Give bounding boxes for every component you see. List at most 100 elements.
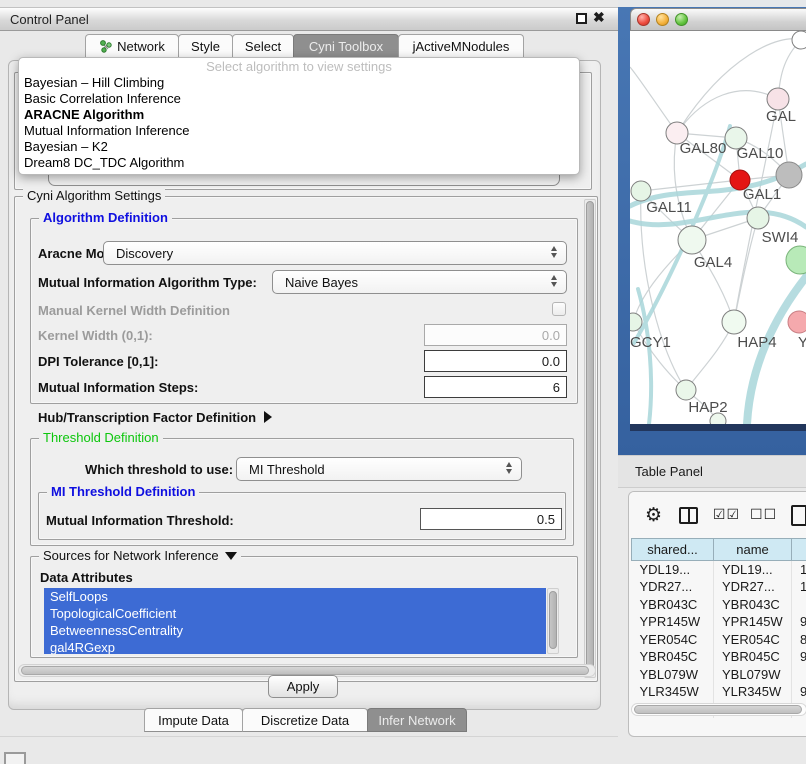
zoom-traffic-icon[interactable] (675, 13, 688, 26)
mi-steps-value: 6 (553, 380, 560, 395)
network-window: GAL GAL80 GAL10 GAL1 GAL11 SWI4 GAL4 GCY… (630, 8, 806, 431)
mi-steps-label: Mutual Information Steps: (38, 380, 198, 395)
document-icon[interactable] (791, 505, 806, 526)
tab-cyni-toolbox[interactable]: Cyni Toolbox (293, 34, 399, 58)
attribute-item-selected[interactable]: TopologicalCoefficient (44, 605, 546, 622)
popup-item-highlighted[interactable]: ARACNE Algorithm (19, 107, 579, 123)
control-panel: Control Panel ✖ Network Style Select Cyn… (0, 0, 618, 762)
network-canvas[interactable]: GAL GAL80 GAL10 GAL1 GAL11 SWI4 GAL4 GCY… (630, 31, 806, 424)
aracne-mode-value: Discovery (116, 246, 173, 261)
settings-vscrollbar[interactable] (584, 199, 596, 678)
aracne-mode-select[interactable]: Discovery (103, 241, 567, 265)
cell: 9. (792, 648, 806, 666)
attribute-item-selected[interactable]: BetweennessCentrality (44, 622, 546, 639)
hub-definition-label: Hub/Transcription Factor Definition (38, 410, 256, 425)
network-icon (99, 40, 112, 53)
cell: YLR345W (632, 683, 714, 701)
cell (792, 666, 806, 684)
network-window-titlebar (630, 8, 806, 31)
table-row[interactable]: YPR145W YPR145W 9. (632, 613, 806, 631)
table-row[interactable]: YDR27... YDR27... 12 (632, 578, 806, 596)
sources-title-row[interactable]: Sources for Network Inference (39, 548, 241, 563)
popup-item[interactable]: Dream8 DC_TDC Algorithm (19, 155, 579, 171)
mi-algorithm-type-value: Naive Bayes (285, 275, 358, 290)
spinner-icon (551, 275, 557, 287)
expand-right-icon (264, 411, 272, 423)
gear-icon[interactable]: ⚙ (645, 504, 662, 526)
column-header-name[interactable]: name (714, 539, 792, 561)
tab-discretize-data-label: Discretize Data (261, 713, 349, 728)
which-threshold-select[interactable]: MI Threshold (236, 457, 522, 481)
node-label: GAL80 (680, 140, 727, 157)
float-window-icon[interactable] (576, 13, 587, 24)
table-row[interactable]: YDL19... YDL19... 13 (632, 561, 806, 579)
which-threshold-label: Which threshold to use: (85, 462, 233, 477)
tab-impute-data-label: Impute Data (158, 713, 229, 728)
network-window-bottom-edge (630, 424, 806, 431)
table-row[interactable]: YLR345W YLR345W 9. (632, 683, 806, 701)
table-row[interactable]: YBR045C YBR045C 9. (632, 648, 806, 666)
sources-title: Sources for Network Inference (43, 548, 219, 563)
cell: YBR043C (714, 596, 792, 614)
node (678, 226, 706, 254)
table-row[interactable]: YBR043C YBR043C (632, 596, 806, 614)
cell: 13 (792, 561, 806, 579)
attribute-item-selected[interactable]: gal4RGexp (44, 639, 546, 654)
minimize-traffic-icon[interactable] (656, 13, 669, 26)
tab-select[interactable]: Select (232, 34, 294, 58)
checked-boxes-icon[interactable]: ☑☑ (713, 507, 740, 523)
tab-jactivemnodules[interactable]: jActiveMNodules (398, 34, 524, 58)
tab-network[interactable]: Network (85, 34, 179, 58)
tab-impute-data[interactable]: Impute Data (144, 708, 243, 732)
network-node-labels: GAL GAL80 GAL10 GAL1 GAL11 SWI4 GAL4 GCY… (630, 108, 806, 416)
table-hscrollbar[interactable] (631, 703, 806, 716)
manual-kernel-checkbox[interactable] (552, 302, 566, 316)
kernel-width-field[interactable]: 0.0 (424, 324, 567, 346)
columns-icon[interactable] (679, 507, 698, 524)
divider (0, 736, 618, 737)
tab-jactivemnodules-label: jActiveMNodules (413, 39, 510, 54)
cell: YBL079W (632, 666, 714, 684)
node (747, 207, 769, 229)
tab-style[interactable]: Style (178, 34, 233, 58)
mi-threshold-field[interactable]: 0.5 (420, 508, 562, 530)
attributes-vscrollbar[interactable] (547, 588, 559, 654)
attribute-item-selected[interactable]: SelfLoops (44, 588, 546, 605)
corner-button-partial[interactable] (4, 752, 26, 764)
collapse-down-icon (225, 552, 237, 560)
unchecked-boxes-icon[interactable]: ☐☐ (750, 507, 777, 523)
close-icon[interactable]: ✖ (593, 9, 605, 26)
apply-button[interactable]: Apply (268, 675, 338, 698)
table-row[interactable]: YER054C YER054C 8. (632, 631, 806, 649)
kernel-width-value: 0.0 (542, 328, 560, 343)
popup-item[interactable]: Basic Correlation Inference (19, 91, 579, 107)
tab-style-label: Style (191, 39, 220, 54)
spinner-icon (551, 246, 557, 258)
spinner-icon (506, 462, 512, 474)
cell: YBR043C (632, 596, 714, 614)
cell: YER054C (714, 631, 792, 649)
table-row[interactable]: YBL079W YBL079W (632, 666, 806, 684)
network-nodes[interactable] (630, 31, 806, 424)
hub-definition-toggle[interactable]: Hub/Transcription Factor Definition (38, 408, 272, 426)
panel-title: Control Panel (10, 12, 89, 27)
dpi-tolerance-label: DPI Tolerance [0,1]: (38, 354, 158, 369)
table-panel-titlebar: Table Panel (618, 455, 806, 488)
dpi-tolerance-field[interactable]: 0.0 (424, 350, 567, 372)
close-traffic-icon[interactable] (637, 13, 650, 26)
column-header-partial[interactable] (792, 539, 806, 561)
popup-item[interactable]: Mutual Information Inference (19, 123, 579, 139)
node-label: HAP4 (737, 334, 776, 351)
tab-infer-network[interactable]: Infer Network (367, 708, 467, 732)
algorithm-definition-title: Algorithm Definition (39, 210, 172, 225)
threshold-definition-title: Threshold Definition (39, 430, 163, 445)
tab-network-label: Network (117, 39, 165, 54)
column-header-shared[interactable]: shared... (632, 539, 714, 561)
mi-steps-field[interactable]: 6 (424, 376, 567, 398)
mi-algorithm-type-label: Mutual Information Algorithm Type: (38, 275, 257, 290)
tab-discretize-data[interactable]: Discretize Data (242, 708, 368, 732)
popup-item[interactable]: Bayesian – Hill Climbing (19, 75, 579, 91)
mi-algorithm-type-select[interactable]: Naive Bayes (272, 270, 567, 294)
popup-placeholder: Select algorithm to view settings (19, 58, 579, 75)
popup-item[interactable]: Bayesian – K2 (19, 139, 579, 155)
